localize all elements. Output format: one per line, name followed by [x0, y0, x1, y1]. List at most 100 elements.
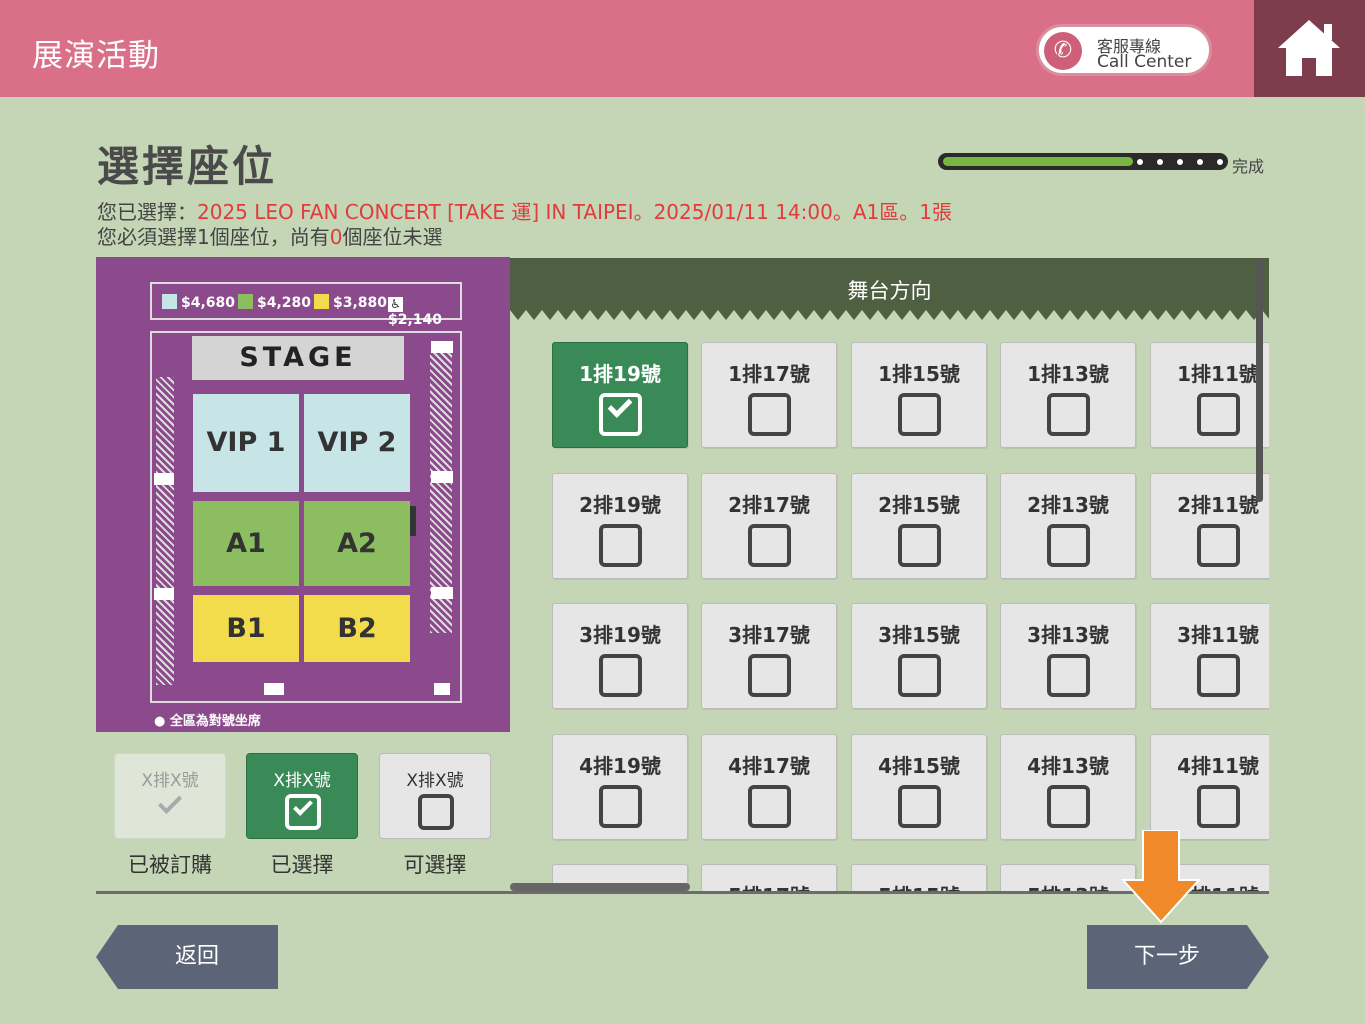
seat-button[interactable]: 3排17號: [701, 603, 837, 709]
seat-button[interactable]: 1排15號: [851, 342, 987, 448]
vertical-scrollbar[interactable]: [1256, 258, 1263, 502]
seat-button[interactable]: 1排19號: [552, 342, 688, 448]
checkbox-empty-icon: [599, 785, 642, 828]
seat-button[interactable]: 3排15號: [851, 603, 987, 709]
progress-dot: [1177, 159, 1183, 165]
stage-direction-label: 舞台方向: [847, 279, 932, 303]
seat-button[interactable]: 2排11號: [1150, 473, 1269, 579]
seat-button[interactable]: 4排17號: [701, 734, 837, 840]
legend-item: ♿$2,140: [388, 297, 443, 328]
zone-a2[interactable]: A2: [304, 501, 410, 586]
seat-label: 1排19號: [579, 362, 661, 386]
zone-vip2[interactable]: VIP 2: [304, 394, 410, 492]
checkbox-empty-icon: [748, 785, 791, 828]
remaining-count: 0: [329, 225, 343, 249]
seat-label: 3排17號: [728, 623, 810, 647]
seat-button[interactable]: 5排15號: [851, 864, 987, 891]
header-title: 展演活動: [32, 38, 160, 74]
seat-button[interactable]: 5排17號: [701, 864, 837, 891]
seat-label: 5排13號: [1001, 880, 1135, 891]
seat-label: 4排11號: [1177, 754, 1259, 778]
venue-layout: STAGE VIP 1 VIP 2 A1 A2 B1 B2: [150, 331, 462, 703]
down-arrow-icon: [1121, 830, 1201, 924]
seat-button[interactable]: 1排11號: [1150, 342, 1269, 448]
seat-label: 2排11號: [1177, 493, 1259, 517]
checkbox-empty-icon: [1197, 393, 1240, 436]
remaining-info-a: 您必須選擇1個座位，尚有: [97, 225, 330, 249]
seat-label: 1排13號: [1027, 362, 1109, 386]
seat-button[interactable]: 4排11號: [1150, 734, 1269, 840]
legend-swatch: [314, 294, 329, 309]
checkbox-empty-icon: [898, 393, 941, 436]
seat-button[interactable]: 2排17號: [701, 473, 837, 579]
progress-fill: [943, 157, 1133, 166]
progress-dot: [1197, 159, 1203, 165]
seat-label: 2排19號: [579, 493, 661, 517]
map-note: ● 全區為對號坐席: [154, 714, 261, 729]
wheelchair-icon: ♿: [388, 297, 403, 312]
seat-label: 3排11號: [1177, 623, 1259, 647]
phone-icon: ✆: [1044, 32, 1082, 70]
seat-label: 3排15號: [878, 623, 960, 647]
price-legend: $4,680 $4,280 $3,880 ♿$2,140: [150, 282, 462, 328]
stage-area: STAGE: [192, 336, 404, 380]
seat-label: 1排15號: [878, 362, 960, 386]
checkbox-empty-icon: [1047, 524, 1090, 567]
seat-button[interactable]: 3排13號: [1000, 603, 1136, 709]
seat-button[interactable]: 2排19號: [552, 473, 688, 579]
seat-button[interactable]: 3排19號: [552, 603, 688, 709]
home-button[interactable]: [1254, 0, 1365, 97]
seat-button[interactable]: 4排15號: [851, 734, 987, 840]
zone-b1[interactable]: B1: [193, 595, 299, 662]
seat-button[interactable]: 2排15號: [851, 473, 987, 579]
checkbox-empty-icon: [1197, 524, 1240, 567]
seat-button[interactable]: 1排17號: [701, 342, 837, 448]
seat-button[interactable]: 4排19號: [552, 734, 688, 840]
progress-dot: [1157, 159, 1163, 165]
zone-vip1[interactable]: VIP 1: [193, 394, 299, 492]
seat-button[interactable]: 4排13號: [1000, 734, 1136, 840]
seat-grid: 舞台方向 1排19號 1排17號 1排15號 1排13號 1排11號 2排19號 2排17號…: [510, 258, 1269, 891]
checkbox-empty-icon: [748, 654, 791, 697]
legend-swatch: [238, 294, 253, 309]
stage-direction-header: 舞台方向: [510, 258, 1269, 310]
horizontal-scrollbar[interactable]: [510, 883, 690, 891]
checkbox-empty-icon: [1197, 654, 1240, 697]
side-seating-left: [156, 377, 174, 685]
seat-label: 1排17號: [728, 362, 810, 386]
call-center-button[interactable]: ✆ 客服專線 Call Center: [1036, 24, 1212, 76]
legend-item: $4,680: [162, 294, 235, 311]
seat-button[interactable]: 1排13號: [1000, 342, 1136, 448]
progress-dot: [1137, 159, 1143, 165]
seat-button[interactable]: 2排13號: [1000, 473, 1136, 579]
checkbox-checked-icon: [285, 794, 321, 830]
seat-label: 4排19號: [579, 754, 661, 778]
checkmark-icon: [157, 789, 183, 815]
checkbox-empty-icon: [898, 524, 941, 567]
seat-label: 1排11號: [1177, 362, 1259, 386]
progress-label: 完成: [1232, 157, 1265, 176]
seat-button[interactable]: 3排11號: [1150, 603, 1269, 709]
seat-label: 4排17號: [728, 754, 810, 778]
call-center-label-en: Call Center: [1097, 52, 1192, 72]
seat-label: 4排15號: [878, 754, 960, 778]
seat-button[interactable]: 5排13號: [1000, 864, 1136, 891]
legend-sold-caption: 已被訂購: [128, 853, 212, 877]
next-button[interactable]: 下一步: [1087, 925, 1269, 989]
zone-a1[interactable]: A1: [193, 501, 299, 586]
legend-item: $3,880: [314, 294, 387, 311]
legend-item: $4,280: [238, 294, 311, 311]
legend-selected-caption: 已選擇: [270, 853, 334, 877]
seat-label: 5排17號: [702, 880, 836, 891]
door-marker: [410, 506, 416, 536]
seat-label: 2排15號: [878, 493, 960, 517]
checkbox-empty-icon: [418, 794, 454, 830]
page-title: 選擇座位: [97, 142, 278, 191]
app-header: 展演活動 ✆ 客服專線 Call Center: [0, 0, 1365, 97]
progress-bar: [938, 153, 1228, 170]
checkbox-empty-icon: [1047, 654, 1090, 697]
checkbox-empty-icon: [1197, 785, 1240, 828]
venue-map: $4,680 $4,280 $3,880 ♿$2,140 STAGE VIP 1…: [96, 257, 510, 732]
zone-b2[interactable]: B2: [304, 595, 410, 662]
back-button[interactable]: 返回: [96, 925, 278, 989]
